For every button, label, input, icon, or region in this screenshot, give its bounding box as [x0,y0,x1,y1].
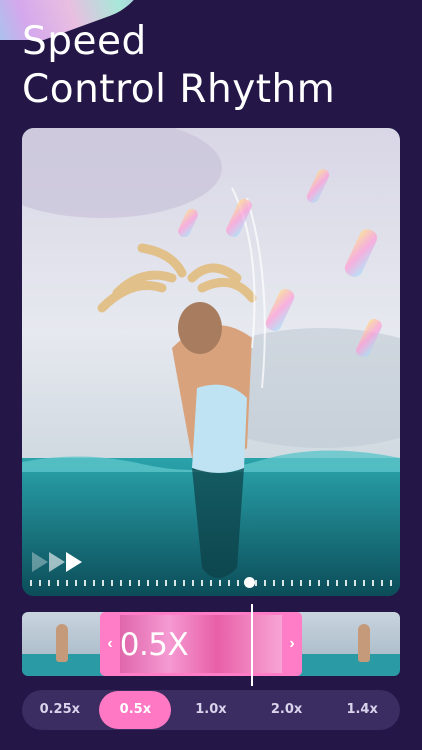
segment-right-handle[interactable]: › [282,612,302,676]
playback-scrubber[interactable] [30,576,392,590]
fast-forward-icon [32,552,82,572]
speed-option-1-0x[interactable]: 1.0x [175,691,247,729]
headline-line-1: Speed [22,19,147,64]
speed-option-0-5x[interactable]: 0.5x [99,691,172,729]
video-frame-image [22,128,400,596]
clip-timeline[interactable]: ‹ › [22,612,400,676]
scrubber-ticks [30,580,392,586]
headline-line-2: Control Rhythm [22,67,336,112]
headline: Speed Control Rhythm [22,18,335,114]
timeline-thumbnail [22,612,98,676]
speed-option-0-25x[interactable]: 0.25x [24,691,96,729]
timeline-thumbnail [324,612,400,676]
segment-speed-label: 0.5X [119,627,189,663]
scrubber-knob[interactable] [244,577,255,588]
speed-options-bar: 0.25x 0.5x 1.0x 2.0x 1.4x [22,690,400,730]
speed-option-1-4x[interactable]: 1.4x [326,691,398,729]
speed-option-2-0x[interactable]: 2.0x [251,691,323,729]
video-preview[interactable] [22,128,400,596]
timeline-playhead[interactable] [251,604,253,686]
